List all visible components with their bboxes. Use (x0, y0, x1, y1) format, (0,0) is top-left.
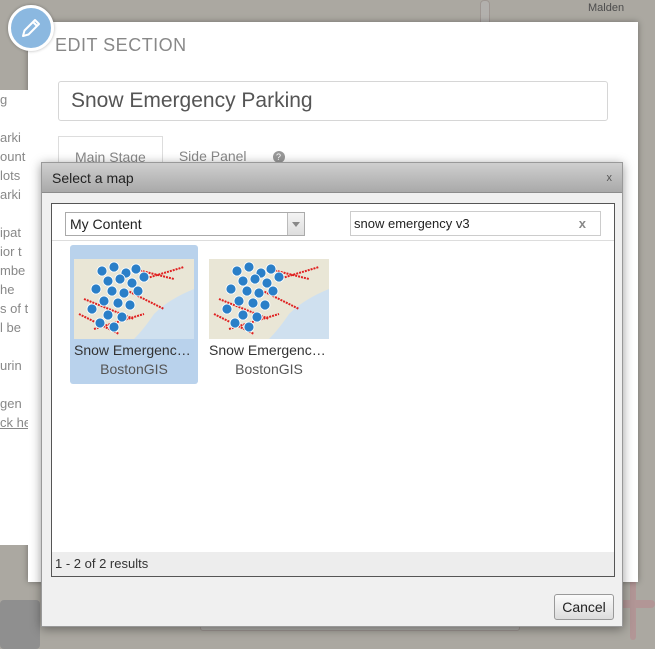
parking-marker-icon (108, 321, 120, 333)
peek-text-line: l be (0, 320, 21, 335)
parking-marker-icon (251, 311, 263, 323)
parking-marker-icon (124, 299, 136, 311)
browser-toolbar: My Content snow emergency v3 x (52, 204, 614, 241)
parking-marker-icon (94, 317, 106, 329)
peek-text-line: lots (0, 168, 21, 183)
parking-marker-icon (273, 271, 285, 283)
peek-text-line: ck he (0, 415, 28, 430)
peek-text-line: ior t (0, 244, 22, 259)
peek-text-line: ount (0, 149, 26, 164)
clear-icon[interactable]: x (579, 212, 586, 235)
parking-marker-icon (138, 271, 150, 283)
search-input[interactable]: snow emergency v3 x (350, 211, 601, 236)
parking-marker-icon (90, 283, 102, 295)
parking-marker-icon (98, 295, 110, 307)
parking-marker-icon (249, 273, 261, 285)
cancel-button[interactable]: Cancel (554, 594, 614, 620)
peek-text-line (0, 204, 28, 223)
peek-text-line (0, 109, 28, 128)
peek-text-line: gen (0, 396, 22, 411)
peek-text-line: arki (0, 130, 21, 145)
parking-marker-icon (233, 295, 245, 307)
parking-marker-icon (243, 261, 255, 273)
parking-marker-icon (108, 261, 120, 273)
map-thumbnail-art (209, 259, 329, 339)
search-value: snow emergency v3 (354, 216, 470, 231)
parking-marker-icon (259, 299, 271, 311)
parking-marker-icon (253, 287, 265, 299)
map-card-title: Snow Emergency Parking (209, 342, 333, 358)
results-grid: Snow Emergency Parking BostonGIS Snow Em… (52, 242, 614, 542)
peek-text-line: s of t (0, 301, 28, 316)
map-card-owner: BostonGIS (100, 361, 168, 377)
parking-marker-icon (243, 321, 255, 333)
parking-marker-icon (132, 285, 144, 297)
result-count: 1 - 2 of 2 results (52, 552, 614, 576)
side-panel-text-peek: g arki ount lots arki ipat ior t mbe he s of t l… (0, 90, 28, 545)
peek-text-line (0, 375, 28, 394)
dialog-header: Select a map x (42, 163, 622, 193)
parking-marker-icon (114, 273, 126, 285)
map-browser: My Content snow emergency v3 x Snow Emer… (51, 203, 615, 577)
parking-marker-icon (112, 297, 124, 309)
parking-marker-icon (102, 309, 114, 321)
parking-marker-icon (225, 283, 237, 295)
parking-marker-icon (237, 275, 249, 287)
parking-marker-icon (96, 265, 108, 277)
select-map-dialog: Select a map x My Content snow emergency… (41, 162, 623, 627)
peek-text-line (0, 337, 28, 356)
content-filter-select[interactable]: My Content (65, 212, 305, 236)
map-thumbnail-art (74, 259, 194, 339)
parking-marker-icon (229, 317, 241, 329)
parking-marker-icon (265, 263, 277, 275)
peek-text-line: he (0, 282, 15, 297)
parking-marker-icon (106, 285, 118, 297)
parking-marker-icon (237, 309, 249, 321)
peek-text-line: g (0, 92, 8, 107)
content-filter-value: My Content (70, 216, 142, 232)
parking-marker-icon (86, 303, 98, 315)
parking-marker-icon (116, 311, 128, 323)
edit-section-title: EDIT SECTION (55, 35, 187, 55)
parking-marker-icon (130, 263, 142, 275)
parking-marker-icon (221, 303, 233, 315)
map-card-owner: BostonGIS (235, 361, 303, 377)
map-card[interactable]: Snow Emergency Parking BostonGIS (205, 245, 333, 384)
peek-text-line: urin (0, 358, 22, 373)
parking-marker-icon (102, 275, 114, 287)
peek-text-line: arki (0, 187, 21, 202)
map-card-title: Snow Emergency Parking (74, 342, 198, 358)
map-thumbnail (74, 259, 194, 339)
parking-marker-icon (118, 287, 130, 299)
peek-text-line: mbe (0, 263, 26, 278)
section-title-input[interactable]: Snow Emergency Parking (58, 81, 608, 121)
close-icon[interactable]: x (607, 172, 613, 184)
parking-marker-icon (231, 265, 243, 277)
map-card[interactable]: Snow Emergency Parking BostonGIS (70, 245, 198, 384)
chevron-down-icon[interactable] (287, 213, 304, 235)
parking-marker-icon (267, 285, 279, 297)
peek-text-line: ipat (0, 225, 21, 240)
parking-marker-icon (247, 297, 259, 309)
pencil-icon (8, 5, 54, 51)
parking-marker-icon (241, 285, 253, 297)
dialog-title: Select a map (52, 169, 134, 186)
map-thumbnail (209, 259, 329, 339)
